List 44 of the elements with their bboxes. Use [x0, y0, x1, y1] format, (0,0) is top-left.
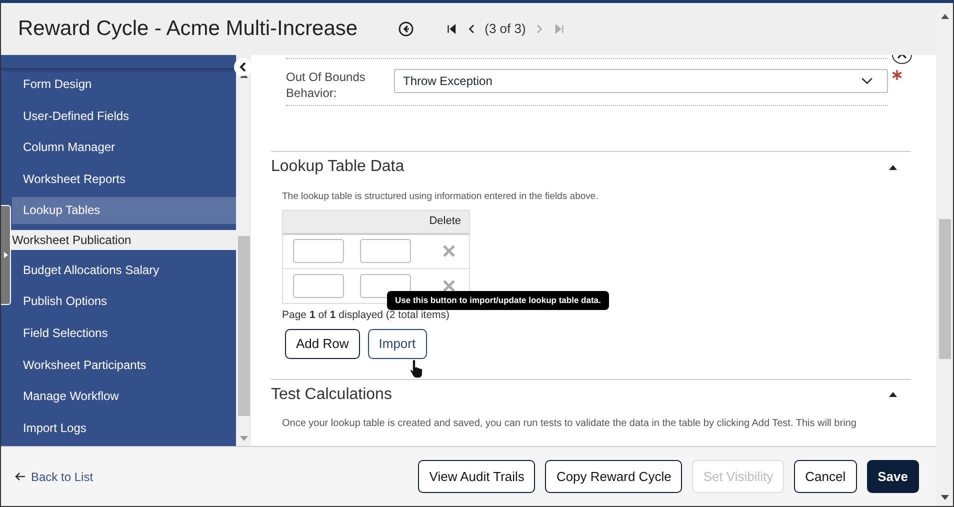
- sidebar-item[interactable]: Worksheet Reports: [12, 163, 236, 195]
- footer-button[interactable]: Save: [866, 460, 919, 494]
- scrollbar-thumb[interactable]: [938, 219, 950, 359]
- back-arrow-icon: [15, 472, 26, 481]
- back-link[interactable]: Back to List: [15, 468, 94, 486]
- pager-text: (3 of 3): [484, 20, 527, 38]
- footer-button[interactable]: Cancel: [794, 460, 857, 494]
- tooltip: Use this button to import/update lookup table data.: [387, 291, 609, 310]
- panel-handle[interactable]: [1, 205, 11, 305]
- sidebar-item[interactable]: Import Logs: [12, 412, 236, 444]
- sidebar-item[interactable]: Field Selections: [12, 317, 236, 349]
- column-header: Delete: [429, 214, 461, 230]
- field-label: Out Of Bounds Behavior:: [286, 69, 366, 102]
- sidebar-scrollbar[interactable]: [236, 55, 251, 446]
- section-description: Once your lookup table is created and saved, you can run tests to validate the data in the table by clicking Add Test. This will bring: [281, 416, 858, 431]
- page-title: Reward Cycle - Acme Multi-Increase: [18, 16, 358, 42]
- section-title: Lookup Table Data: [271, 157, 404, 178]
- sidebar-item[interactable]: Column Manager: [12, 131, 236, 164]
- footer-button[interactable]: View Audit Trails: [418, 460, 536, 494]
- scrollbar-thumb[interactable]: [238, 236, 250, 416]
- pagination-text: Page 1 of 1 displayed (2 total items): [282, 308, 451, 323]
- sidebar-item[interactable]: Worksheet Participants: [12, 348, 236, 380]
- sidebar-item[interactable]: Publish Options: [12, 285, 236, 318]
- page-scrollbar[interactable]: [936, 3, 953, 506]
- sidebar-item[interactable]: Manage Workflow: [12, 380, 236, 412]
- footer-button[interactable]: Copy Reward Cycle: [545, 460, 682, 494]
- lookup-button[interactable]: Import: [368, 329, 427, 359]
- sidebar-item[interactable]: User-Defined Fields: [12, 100, 236, 132]
- hand-cursor-icon: [409, 357, 425, 381]
- delete-icon[interactable]: [443, 280, 455, 292]
- table-input[interactable]: [293, 239, 344, 264]
- table-input[interactable]: [293, 274, 344, 298]
- sidebar-item[interactable]: Form Design: [12, 68, 236, 100]
- collapse-caret-icon[interactable]: [889, 164, 897, 170]
- scroll-down-arrow-icon[interactable]: [940, 495, 948, 501]
- behavior-select[interactable]: Throw Exception: [394, 69, 888, 93]
- section-description: The lookup table is structured using information entered in the fields above.: [281, 190, 600, 204]
- section-title: Test Calculations: [271, 384, 392, 405]
- collapse-caret-icon[interactable]: [889, 392, 897, 398]
- sidebar-item[interactable]: Budget Allocations Salary: [12, 254, 236, 286]
- sidebar-item[interactable]: Lookup Tables: [12, 196, 236, 224]
- lookup-button[interactable]: Add Row: [285, 329, 360, 359]
- table-input[interactable]: [360, 239, 411, 264]
- scroll-up-arrow-icon[interactable]: [940, 13, 948, 19]
